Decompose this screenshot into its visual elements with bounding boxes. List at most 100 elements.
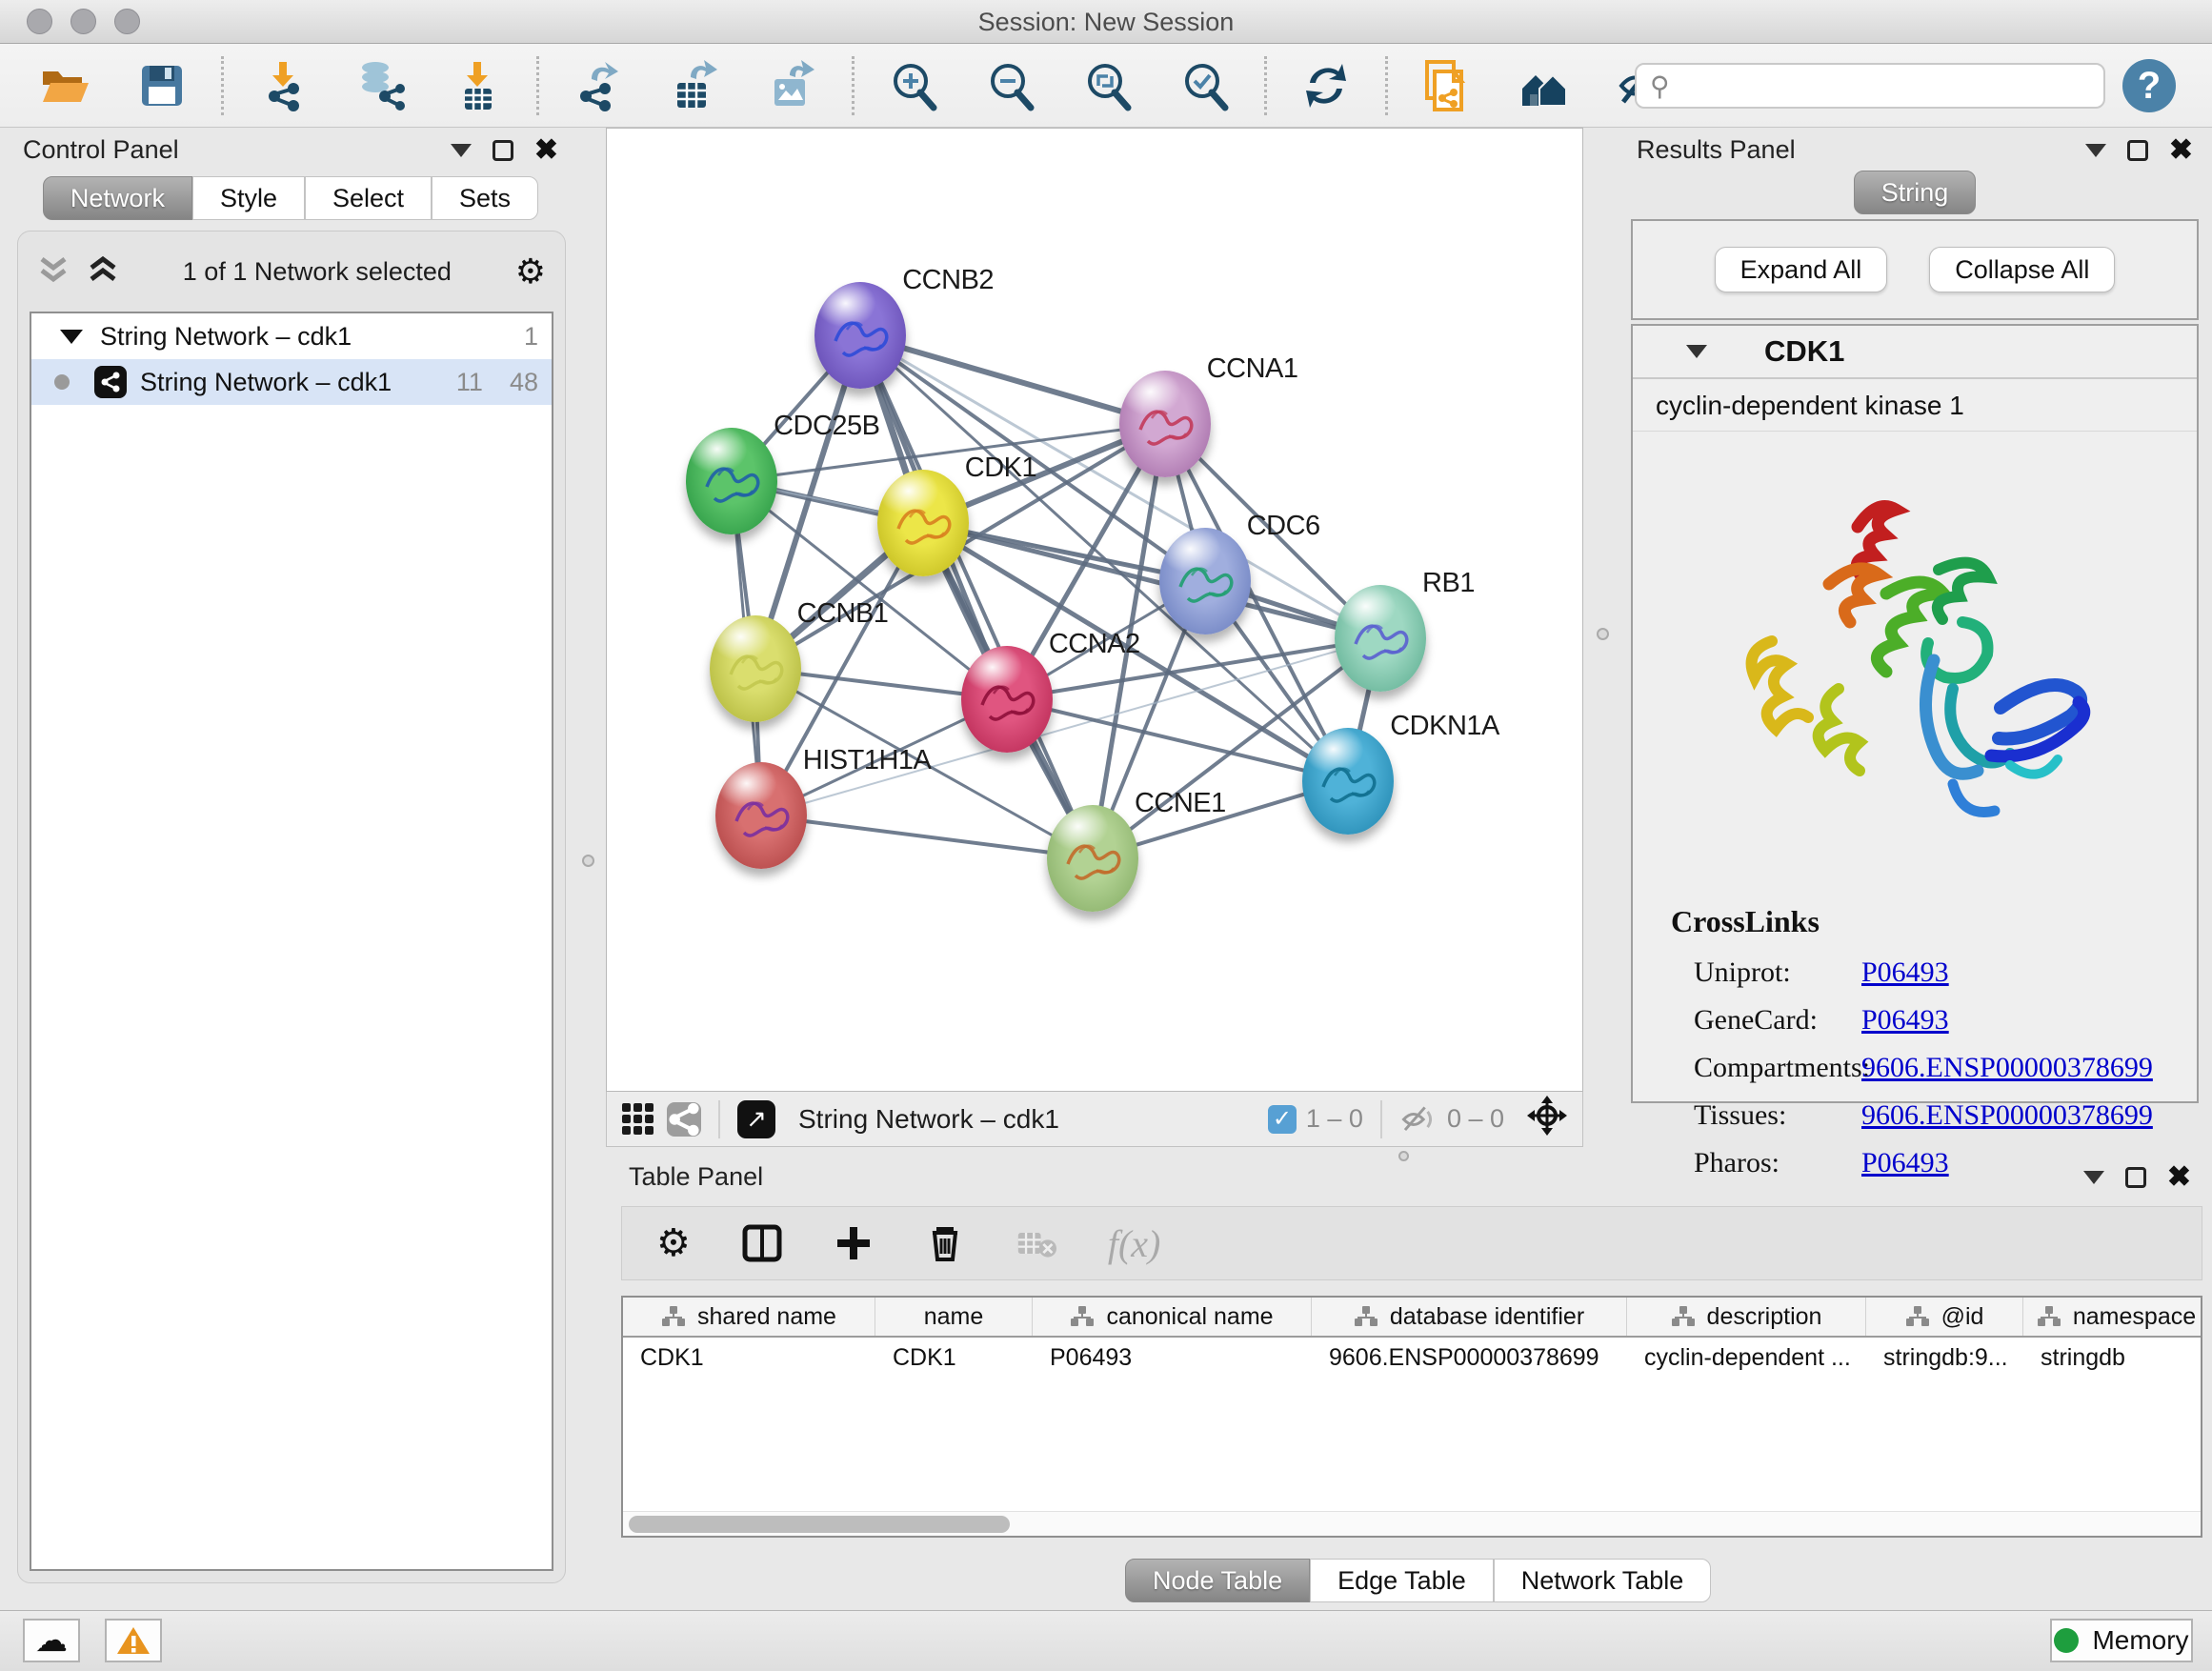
node-label-ccna2: CCNA2	[1049, 629, 1140, 660]
right-splitter-handle[interactable]	[1597, 628, 1609, 640]
network-options-gear-icon[interactable]: ⚙	[515, 252, 546, 292]
collapse-all-icon[interactable]	[37, 255, 70, 289]
search-input[interactable]	[1679, 71, 2103, 101]
tab-style[interactable]: Style	[192, 176, 305, 220]
table-panel-close-icon[interactable]: ✖	[2167, 1167, 2191, 1188]
table-cell[interactable]: stringdb:9...	[1866, 1338, 2023, 1379]
table-cell[interactable]: P06493	[1033, 1338, 1312, 1379]
crosslink-link[interactable]: 9606.ENSP00000378699	[1861, 1099, 2153, 1132]
collapse-all-button[interactable]: Collapse All	[1929, 247, 2115, 292]
network-edge[interactable]	[860, 335, 1093, 857]
column-header-namespace[interactable]: namespace	[2023, 1298, 2202, 1336]
control-panel-menu-icon[interactable]	[451, 144, 472, 157]
tab-edge-table[interactable]: Edge Table	[1310, 1559, 1494, 1602]
save-session-icon[interactable]	[135, 59, 189, 112]
export-table-icon[interactable]	[669, 59, 722, 112]
left-splitter-handle[interactable]	[582, 855, 594, 867]
tab-node-table[interactable]: Node Table	[1125, 1559, 1310, 1602]
export-image-icon[interactable]	[766, 59, 819, 112]
network-node-ccne1[interactable]	[1047, 805, 1138, 912]
table-cell[interactable]: cyclin-dependent ...	[1627, 1338, 1866, 1379]
open-session-icon[interactable]	[38, 59, 91, 112]
column-header-description[interactable]: description	[1627, 1298, 1866, 1336]
network-node-cdc25b[interactable]	[686, 428, 777, 534]
table-hscrollbar-thumb[interactable]	[629, 1516, 1010, 1533]
tab-select[interactable]: Select	[305, 176, 432, 220]
crosslink-link[interactable]: P06493	[1861, 1004, 1949, 1037]
protein-structure-thumbnail	[961, 646, 1053, 753]
network-row[interactable]: String Network – cdk1 11 48	[31, 359, 552, 405]
network-node-cdk1[interactable]	[877, 470, 969, 576]
column-header-database-identifier[interactable]: database identifier	[1312, 1298, 1627, 1336]
table-panel-float-icon[interactable]	[2125, 1167, 2146, 1188]
zoom-fit-icon[interactable]	[1081, 59, 1135, 112]
zoom-in-icon[interactable]	[887, 59, 940, 112]
network-share-icon[interactable]	[667, 1102, 701, 1137]
control-panel-close-icon[interactable]: ✖	[534, 140, 558, 161]
tab-network-table[interactable]: Network Table	[1494, 1559, 1712, 1602]
string-protein-query-icon[interactable]	[1518, 59, 1571, 112]
export-network-icon[interactable]	[572, 59, 625, 112]
column-header-name[interactable]: name	[875, 1298, 1033, 1336]
table-row[interactable]: CDK1CDK1P064939606.ENSP00000378699cyclin…	[623, 1338, 2201, 1379]
column-header--id[interactable]: @id	[1866, 1298, 2023, 1336]
status-bar: ☁ Memory	[0, 1610, 2212, 1671]
gene-collapse-icon[interactable]	[1686, 345, 1707, 358]
memory-button[interactable]: Memory	[2050, 1619, 2193, 1662]
function-builder-icon[interactable]: f(x)	[1108, 1221, 1161, 1266]
zoom-out-icon[interactable]	[984, 59, 1037, 112]
protein-structure-thumbnail	[814, 282, 906, 389]
expand-all-button[interactable]: Expand All	[1715, 247, 1888, 292]
zoom-selected-icon[interactable]	[1178, 59, 1232, 112]
column-header-canonical-name[interactable]: canonical name	[1033, 1298, 1312, 1336]
network-node-ccnb1[interactable]	[710, 615, 801, 722]
control-panel-float-icon[interactable]	[493, 140, 513, 161]
import-network-from-database-icon[interactable]	[353, 59, 407, 112]
expand-all-icon[interactable]	[87, 255, 119, 289]
results-panel-close-icon[interactable]: ✖	[2169, 140, 2193, 161]
help-button[interactable]: ?	[2122, 59, 2176, 112]
network-node-rb1[interactable]	[1335, 585, 1426, 692]
toolbar-separator	[536, 56, 539, 115]
network-canvas[interactable]: CCNB2CCNA1CDC25BCDK1CDC6RB1CCNB1CCNA2CDK…	[606, 128, 1583, 1092]
crosslink-link[interactable]: P06493	[1861, 956, 1949, 989]
network-collection-row[interactable]: String Network – cdk1 1	[31, 313, 552, 359]
table-settings-gear-icon[interactable]: ⚙	[656, 1221, 691, 1265]
detach-view-icon[interactable]: ↗	[737, 1100, 775, 1138]
network-node-hist1h1a[interactable]	[715, 762, 807, 869]
delete-table-icon[interactable]	[1016, 1223, 1056, 1263]
results-panel-float-icon[interactable]	[2127, 140, 2148, 161]
column-header-shared-name[interactable]: shared name	[623, 1298, 875, 1336]
table-cell[interactable]: 9606.ENSP00000378699	[1312, 1338, 1627, 1379]
network-list: String Network – cdk1 1 String Network –…	[30, 312, 553, 1571]
create-column-icon[interactable]	[834, 1223, 874, 1263]
tab-network[interactable]: Network	[43, 176, 192, 220]
warnings-button[interactable]	[105, 1619, 162, 1662]
tab-sets[interactable]: Sets	[432, 176, 538, 220]
birds-eye-view-icon[interactable]	[1525, 1094, 1569, 1144]
crosslink-link[interactable]: 9606.ENSP00000378699	[1861, 1052, 2153, 1084]
tab-string[interactable]: String	[1854, 171, 1977, 214]
network-node-cdkn1a[interactable]	[1302, 728, 1394, 835]
results-panel-menu-icon[interactable]	[2085, 144, 2106, 157]
cloud-status-button[interactable]: ☁	[23, 1619, 80, 1662]
clone-network-icon[interactable]	[1420, 59, 1474, 112]
grid-view-icon[interactable]	[622, 1103, 654, 1135]
table-cell[interactable]: stringdb	[2023, 1338, 2202, 1379]
gene-name: CDK1	[1764, 334, 1844, 369]
apply-style-refresh-icon[interactable]	[1299, 59, 1353, 112]
table-panel-menu-icon[interactable]	[2083, 1171, 2104, 1184]
table-cell[interactable]: CDK1	[623, 1338, 875, 1379]
collection-expand-icon[interactable]	[60, 330, 83, 344]
network-node-ccna2[interactable]	[961, 646, 1053, 753]
table-cell[interactable]: CDK1	[875, 1338, 1033, 1379]
network-node-ccna1[interactable]	[1119, 371, 1211, 477]
network-edge[interactable]	[761, 815, 1093, 857]
show-columns-icon[interactable]	[742, 1223, 782, 1263]
selected-checkbox-icon[interactable]: ✓	[1268, 1105, 1297, 1134]
import-table-icon[interactable]	[451, 59, 504, 112]
network-node-ccnb2[interactable]	[814, 282, 906, 389]
import-network-icon[interactable]	[256, 59, 310, 112]
network-node-cdc6[interactable]	[1159, 528, 1251, 634]
delete-column-icon[interactable]	[925, 1223, 965, 1263]
